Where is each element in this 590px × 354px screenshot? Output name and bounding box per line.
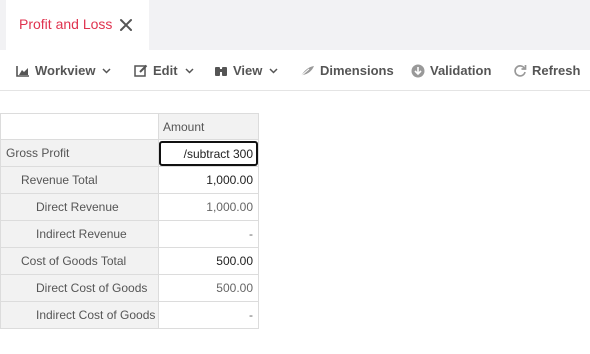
dimensions-label: Dimensions <box>320 63 394 78</box>
refresh-icon <box>513 64 527 78</box>
edit-menu-button[interactable]: Edit <box>134 50 194 91</box>
toolbar: Workview Edit View Dimensions Validation… <box>0 50 590 91</box>
dimensions-button[interactable]: Dimensions <box>300 50 394 91</box>
value-cell[interactable]: 1,000.00 <box>158 194 259 221</box>
view-label: View <box>233 63 263 78</box>
row-label[interactable]: Cost of Goods Total <box>0 248 158 275</box>
value-cell[interactable]: - <box>158 302 259 329</box>
row-label[interactable]: Indirect Cost of Goods <box>0 302 158 329</box>
download-circle-icon <box>411 64 425 78</box>
edit-icon <box>134 64 148 77</box>
row-label[interactable]: Indirect Revenue <box>0 221 158 248</box>
edit-label: Edit <box>153 63 178 78</box>
cell-editor-input[interactable] <box>159 141 258 166</box>
chart-icon <box>16 65 30 77</box>
chevron-down-icon <box>269 67 278 74</box>
column-header-amount[interactable]: Amount <box>158 113 259 140</box>
validation-button[interactable]: Validation <box>411 50 491 91</box>
refresh-label: Refresh <box>532 63 581 78</box>
chevron-down-icon <box>185 67 194 74</box>
workview-label: Workview <box>35 63 96 78</box>
row-label[interactable]: Gross Profit <box>0 140 158 167</box>
value-cell[interactable]: 500.00 <box>158 275 259 302</box>
value-cell[interactable]: - <box>158 221 259 248</box>
row-label[interactable]: Revenue Total <box>0 167 158 194</box>
chevron-down-icon <box>102 67 111 74</box>
corner-cell <box>0 113 158 140</box>
close-icon[interactable] <box>119 18 133 32</box>
workview-menu-button[interactable]: Workview <box>16 50 111 91</box>
row-label[interactable]: Direct Cost of Goods <box>0 275 158 302</box>
tab-label[interactable]: Profit and Loss <box>19 16 112 32</box>
validation-label: Validation <box>430 63 492 78</box>
view-menu-button[interactable]: View <box>214 50 278 91</box>
refresh-button[interactable]: Refresh <box>513 50 580 91</box>
value-cell[interactable]: 1,000.00 <box>158 167 259 194</box>
tab-profit-and-loss[interactable]: Profit and Loss <box>6 0 149 50</box>
row-label[interactable]: Direct Revenue <box>0 194 158 221</box>
binoculars-icon <box>214 65 228 77</box>
value-cell[interactable]: 500.00 <box>158 248 259 275</box>
tab-bar: Profit and Loss <box>0 0 590 50</box>
feather-icon <box>300 65 315 77</box>
